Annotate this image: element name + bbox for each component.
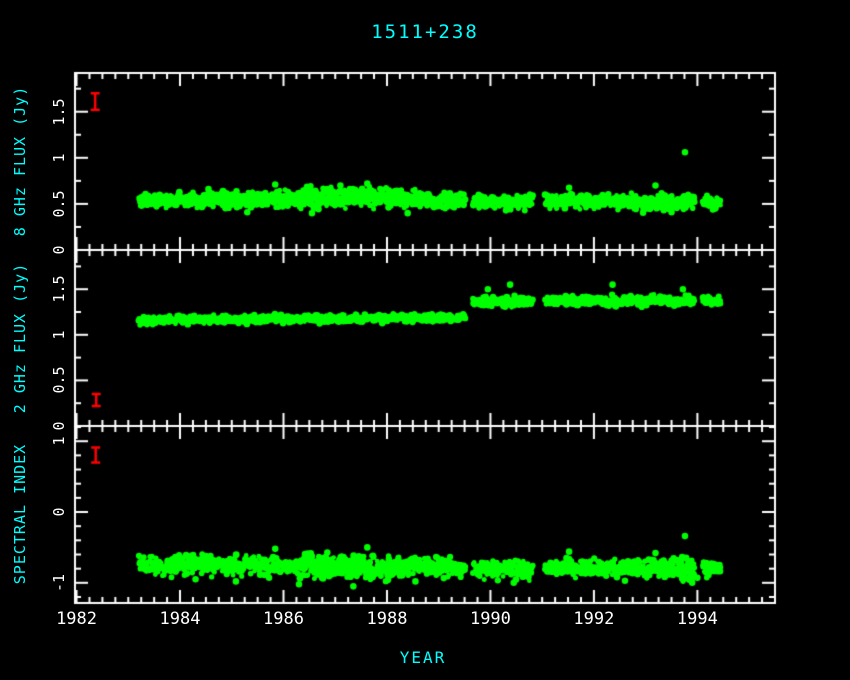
y-tick-label-flux-2ghz-1: 1 [50,330,68,339]
y-tick-label-flux-2ghz-0.5: 0.5 [50,367,68,394]
x-tick-label-1982: 1982 [56,609,97,629]
x-tick-label-1984: 1984 [160,609,201,629]
page-title: 1511+238 [371,21,479,43]
y-tick-label-flux-8ghz-1.5: 1.5 [50,98,68,125]
y-axis-label-2ghz-flux: 2 GHz FLUX (Jy) [11,263,29,413]
x-tick-label-1992: 1992 [573,609,614,629]
x-tick-label-1986: 1986 [263,609,304,629]
y-tick-label-spectral-index--1: -1 [50,574,68,592]
y-axis-label-8ghz-flux: 8 GHz FLUX (Jy) [11,86,29,236]
x-tick-label-1994: 1994 [677,609,718,629]
y-tick-label-flux-8ghz-1: 1 [50,153,68,162]
y-tick-label-flux-8ghz-0: 0 [50,245,68,254]
y-tick-label-flux-2ghz-0: 0 [50,421,68,430]
y-tick-label-flux-8ghz-0.5: 0.5 [50,190,68,217]
y-tick-label-flux-2ghz-1.5: 1.5 [50,276,68,303]
x-axis-label: YEAR [400,648,447,667]
y-axis-label-spectral-index: SPECTRAL INDEX [11,444,29,584]
y-tick-label-spectral-index-1: 1 [50,437,68,446]
y-tick-label-spectral-index-0: 0 [50,508,68,517]
x-tick-label-1990: 1990 [470,609,511,629]
x-tick-label-1988: 1988 [366,609,407,629]
light-curve-plot-window: 1511+238 YEAR 8 GHz FLUX (Jy) 2 GHz FLUX… [0,0,850,680]
plot-canvas [0,0,850,680]
